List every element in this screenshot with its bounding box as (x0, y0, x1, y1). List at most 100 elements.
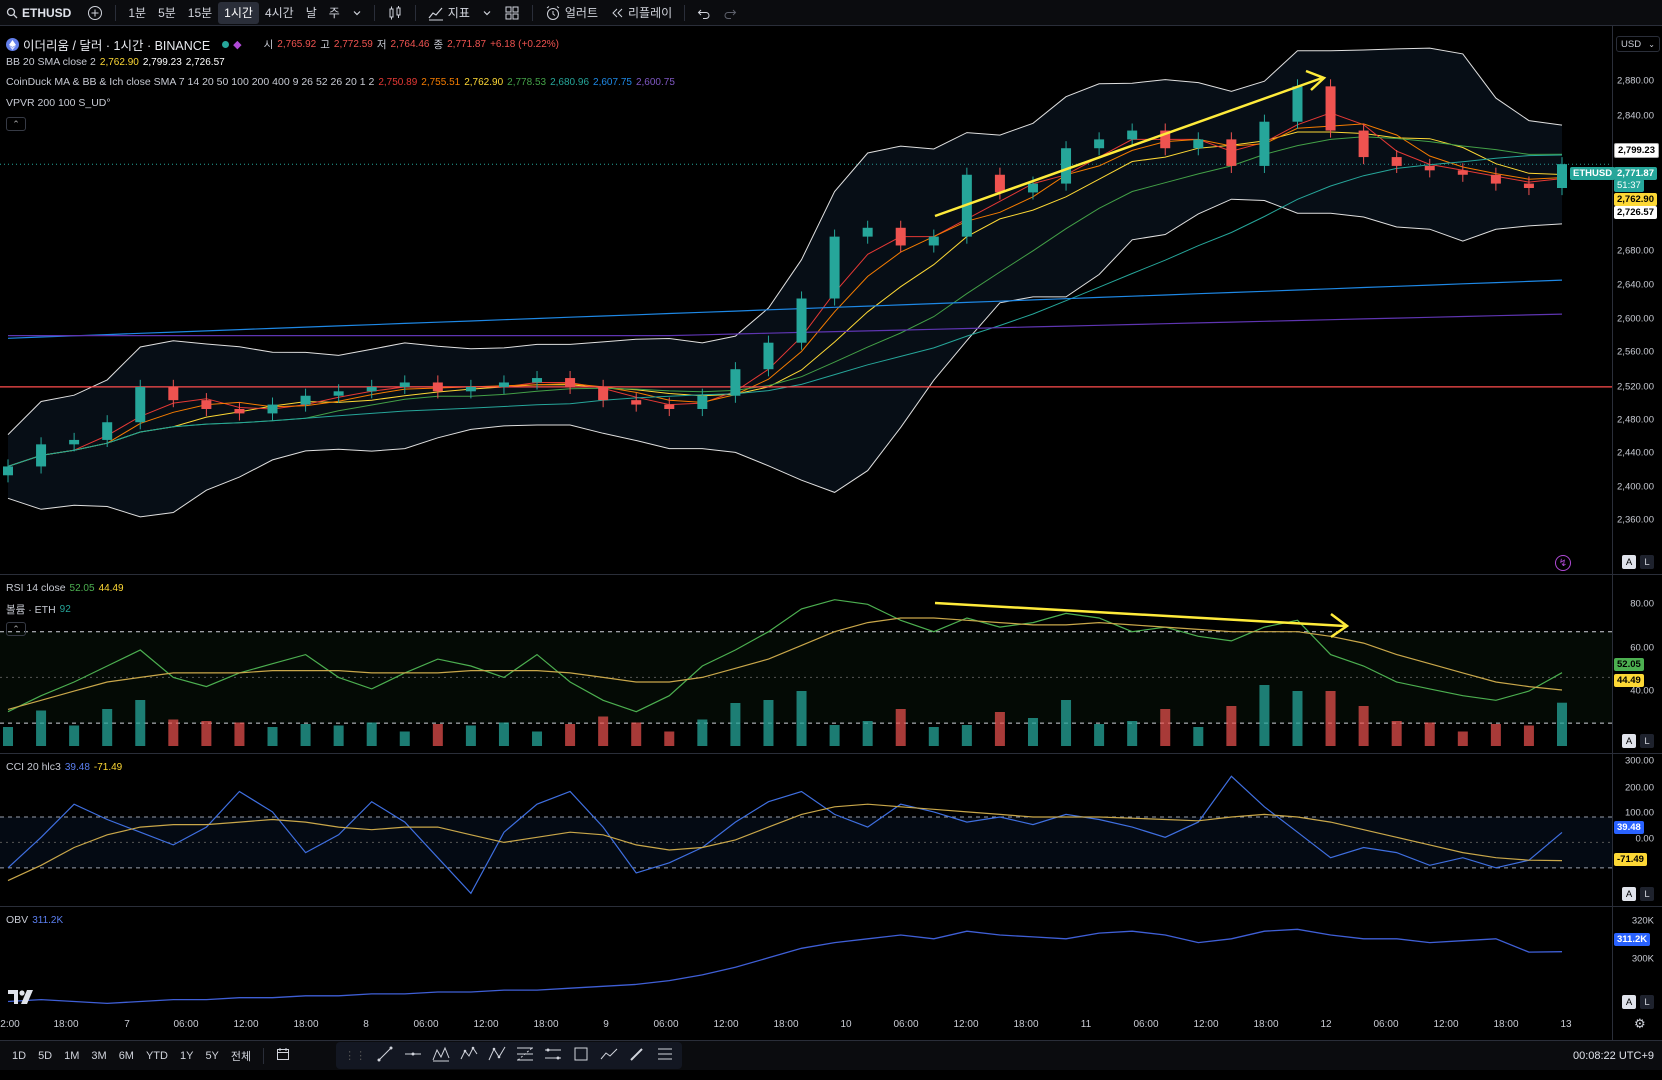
interval-1h[interactable]: 1시간 (218, 1, 259, 24)
ethereum-icon (6, 38, 19, 51)
log-scale-button[interactable]: L (1640, 995, 1654, 1009)
range-3m[interactable]: 3M (85, 1050, 112, 1062)
toolbar-divider (414, 4, 416, 21)
rsi-legend[interactable]: RSI 14 close 52.05 44.49 (6, 582, 124, 594)
range-all[interactable]: 전체 (225, 1048, 257, 1064)
volume-bar (1160, 709, 1171, 746)
auto-scale-button[interactable]: A (1622, 734, 1636, 748)
volume-bar (1061, 700, 1072, 746)
interval-15m[interactable]: 15분 (182, 2, 218, 24)
indicators-button[interactable]: 지표 (422, 2, 476, 24)
range-5y[interactable]: 5Y (199, 1050, 224, 1062)
timezone-clock[interactable]: 00:08:22 UTC+9 (1573, 1050, 1662, 1062)
rectangle-icon[interactable] (572, 1045, 590, 1066)
symbol-search[interactable]: ETHUSD (0, 6, 81, 20)
interval-day[interactable]: 날 (300, 2, 323, 24)
volume-legend[interactable]: 볼륨 · ETH 92 (6, 602, 71, 617)
parallel-channel-icon[interactable] (544, 1045, 562, 1066)
volume-bar (1027, 718, 1038, 746)
ma-value-20: 2,762.90 (464, 76, 504, 88)
goto-date-button[interactable] (270, 1047, 296, 1064)
share-icon[interactable]: ◆ (233, 38, 241, 51)
drag-handle-icon[interactable]: ⋮⋮ (344, 1049, 366, 1062)
chart-settings-gear-icon[interactable]: ⚙ (1634, 1016, 1646, 1032)
auto-scale-button[interactable]: A (1622, 555, 1636, 569)
auto-scale-button[interactable]: A (1622, 995, 1636, 1009)
volume-bar (1094, 724, 1105, 746)
legend-collapse-button[interactable]: ⌃ (6, 117, 26, 131)
bb-legend[interactable]: BB 20 SMA close 2 2,762.90 2,799.23 2,72… (6, 56, 225, 68)
more-tools-icon[interactable] (656, 1045, 674, 1066)
indicators-dropdown[interactable] (476, 2, 498, 24)
price-pane[interactable] (0, 47, 1612, 518)
redo-button[interactable] (717, 2, 743, 24)
tradingview-logo[interactable] (8, 990, 34, 1009)
volume-bar (928, 727, 939, 746)
currency-selector[interactable]: USD ⌄ (1616, 36, 1660, 52)
undo-button[interactable] (691, 2, 717, 24)
close-label: 종 (433, 39, 444, 51)
volume-bar (664, 731, 675, 746)
templates-button[interactable] (498, 2, 526, 24)
rsi-pane[interactable] (0, 599, 1612, 746)
candle-body (168, 386, 179, 401)
time-tick: 10 (840, 1019, 852, 1030)
price-tick: 2,680.00 (1617, 245, 1654, 257)
chart-type-button[interactable] (381, 2, 409, 24)
log-scale-button[interactable]: L (1640, 887, 1654, 901)
range-6m[interactable]: 6M (113, 1050, 140, 1062)
pane-divider[interactable] (0, 574, 1662, 575)
drawing-toolbar: ⋮⋮ (336, 1042, 683, 1069)
range-1y[interactable]: 1Y (174, 1050, 199, 1062)
time-tick: 12:00 (713, 1019, 739, 1030)
interval-week[interactable]: 주 (323, 2, 346, 24)
range-ytd[interactable]: YTD (140, 1050, 174, 1062)
obv-pane[interactable] (7, 928, 1563, 1005)
candle-body (532, 378, 543, 383)
horizontal-line-icon[interactable] (404, 1045, 422, 1066)
pane-divider[interactable] (0, 906, 1662, 907)
fib-retracement-icon[interactable] (516, 1045, 534, 1066)
cci-legend[interactable]: CCI 20 hlc3 39.48 -71.49 (6, 761, 122, 773)
interval-1m[interactable]: 1분 (122, 2, 152, 24)
interval-4h[interactable]: 4시간 (259, 2, 300, 24)
log-scale-button[interactable]: L (1640, 555, 1654, 569)
interval-5m[interactable]: 5분 (152, 2, 182, 24)
candle-body (1490, 174, 1501, 184)
chart-canvas[interactable] (0, 26, 1612, 1036)
search-icon (6, 7, 18, 19)
price-tick: 2,600.00 (1617, 313, 1654, 325)
abcd-pattern-icon[interactable] (488, 1045, 506, 1066)
candle-countdown: 51:37 (1614, 179, 1644, 192)
range-1m[interactable]: 1M (58, 1050, 85, 1062)
ma-legend[interactable]: CoinDuck MA & BB & Ich close SMA 7 14 20… (6, 76, 675, 88)
path-icon[interactable] (600, 1045, 618, 1066)
log-scale-button[interactable]: L (1640, 734, 1654, 748)
symbol-title[interactable]: 이더리움 / 달러 · 1시간 · BINANCE (23, 35, 210, 54)
time-axis[interactable]: 2:00 18:00 7 06:00 12:00 18:00 8 06:00 1… (0, 1015, 1612, 1037)
candle-body (796, 298, 807, 343)
obv-legend[interactable]: OBV 311.2K (6, 914, 63, 926)
trend-line-icon[interactable] (376, 1045, 394, 1066)
pane-divider[interactable] (0, 753, 1662, 754)
low-label: 저 (376, 39, 387, 51)
candle-body (201, 400, 212, 409)
replay-button[interactable]: 리플레이 (604, 2, 678, 24)
rsi-collapse-button[interactable]: ⌃ (6, 622, 26, 636)
alert-button[interactable]: 얼러트 (539, 2, 604, 24)
lightning-icon[interactable]: ↯ (1555, 555, 1571, 571)
range-1d[interactable]: 1D (6, 1050, 32, 1062)
volume-bar (895, 709, 906, 746)
compare-symbol-button[interactable] (81, 2, 109, 24)
volume-bar (1259, 685, 1270, 746)
cci-pane[interactable] (0, 775, 1612, 895)
elliott-wave-icon[interactable] (460, 1045, 478, 1066)
range-5d[interactable]: 5D (32, 1050, 58, 1062)
interval-dropdown[interactable] (346, 2, 368, 24)
alarm-clock-icon (545, 5, 561, 21)
auto-scale-button[interactable]: A (1622, 887, 1636, 901)
brush-icon[interactable] (628, 1045, 646, 1066)
candle-body (36, 444, 47, 467)
vpvr-legend[interactable]: VPVR 200 100 S_UD° (6, 97, 111, 109)
pattern-icon[interactable] (432, 1045, 450, 1066)
